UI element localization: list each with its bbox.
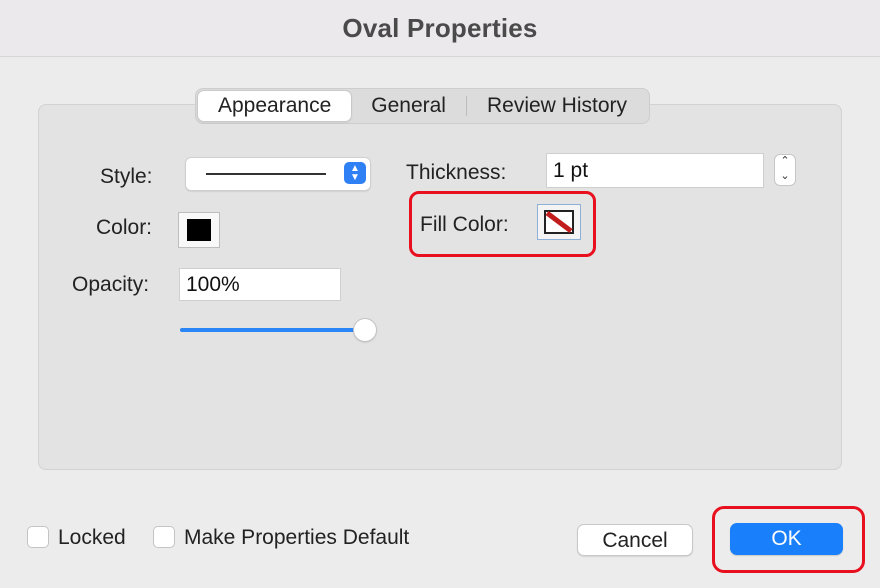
locked-checkbox[interactable] [27, 526, 49, 548]
tab-review-history[interactable]: Review History [467, 91, 647, 121]
color-swatch [187, 219, 211, 241]
locked-label: Locked [58, 526, 126, 549]
tab-bar: Appearance General Review History [195, 88, 651, 124]
opacity-field[interactable] [179, 268, 341, 301]
opacity-slider[interactable] [180, 319, 376, 341]
cancel-button[interactable]: Cancel [577, 524, 693, 556]
opacity-slider-fill [180, 328, 365, 332]
thickness-label: Thickness: [406, 161, 507, 184]
chevron-up-icon[interactable]: ⌃ [775, 155, 795, 170]
title-bar: Oval Properties [0, 0, 880, 57]
fill-color-label: Fill Color: [420, 213, 509, 236]
opacity-label: Opacity: [72, 273, 150, 296]
window-title: Oval Properties [342, 12, 538, 43]
chevron-down-icon[interactable]: ⌄ [775, 170, 795, 185]
tab-appearance[interactable]: Appearance [198, 91, 352, 121]
thickness-stepper[interactable]: ⌃ ⌄ [774, 154, 796, 186]
line-style-preview [206, 173, 326, 175]
chevron-updown-icon: ▲ ▼ [344, 162, 366, 184]
no-fill-icon [544, 210, 574, 234]
make-default-checkbox[interactable] [153, 526, 175, 548]
stroke-color-well[interactable] [178, 212, 220, 248]
fill-color-well[interactable] [537, 204, 581, 240]
make-default-label: Make Properties Default [184, 526, 410, 549]
oval-properties-dialog: Oval Properties Appearance General Revie… [0, 0, 880, 588]
thickness-field[interactable] [546, 153, 764, 188]
color-label: Color: [96, 216, 153, 239]
opacity-slider-thumb[interactable] [354, 319, 376, 341]
line-style-select[interactable]: ▲ ▼ [185, 157, 371, 191]
style-label: Style: [100, 165, 153, 188]
tab-general[interactable]: General [351, 91, 466, 121]
ok-button[interactable]: OK [730, 523, 843, 555]
